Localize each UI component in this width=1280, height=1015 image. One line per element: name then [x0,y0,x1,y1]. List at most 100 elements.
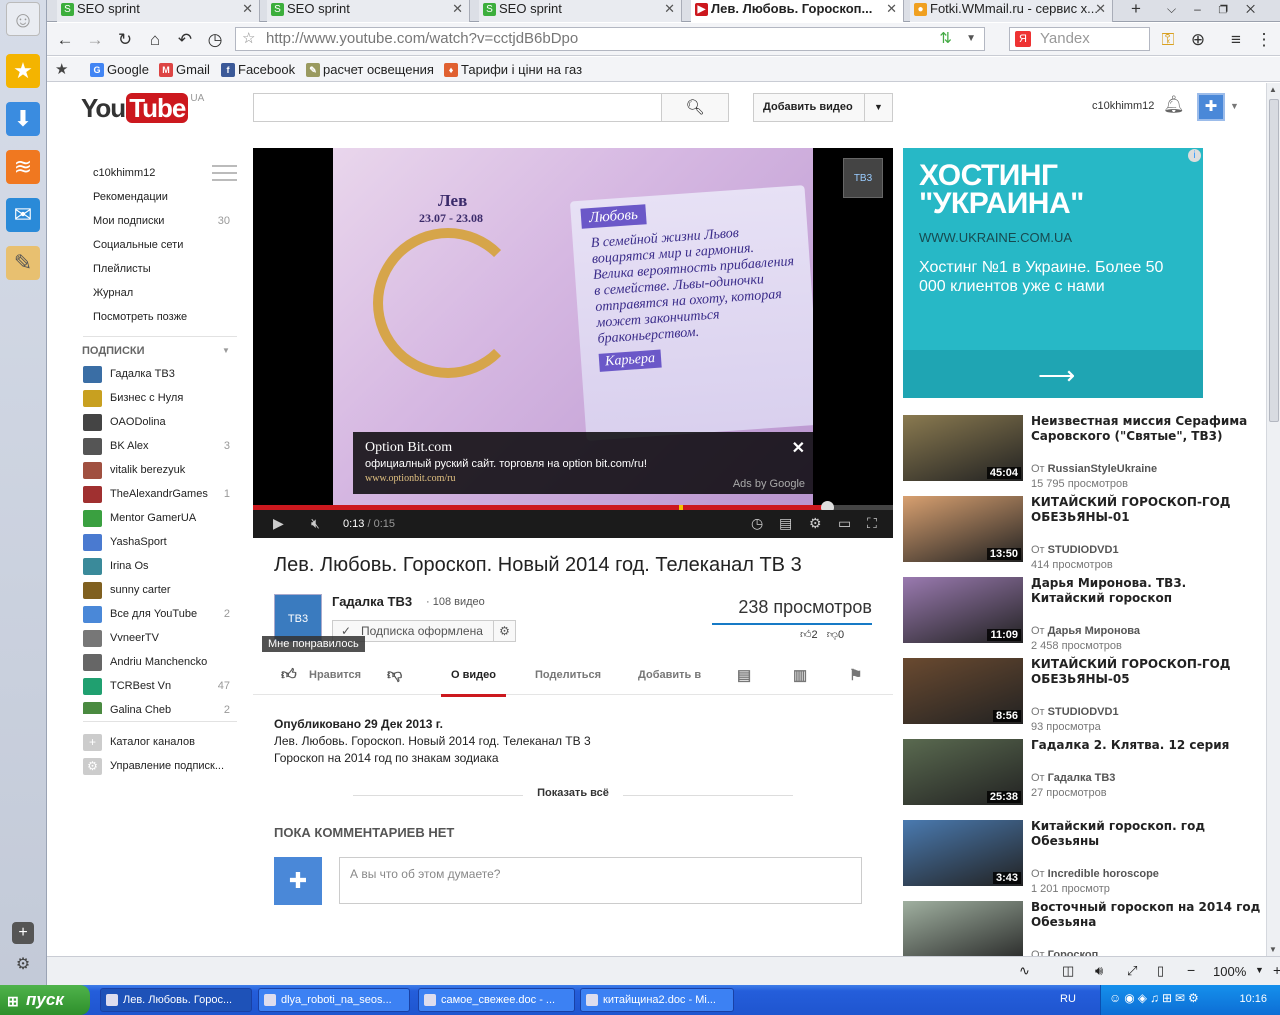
undo-close-icon[interactable]: ↶ [174,29,196,51]
tab-about[interactable]: О видео [441,669,506,697]
close-icon[interactable]: ✕ [1095,0,1106,18]
notifications-bell-icon[interactable]: 🔔︎ [1163,95,1185,115]
page-scrollbar[interactable]: ▲ ▼ [1266,83,1280,956]
related-video-title[interactable]: Неизвестная миссия Серафима Саровского (… [1031,414,1261,444]
youtube-search-input[interactable] [253,93,662,122]
guide-item[interactable]: Мои подписки [93,215,164,227]
statistics-icon[interactable]: ▥ [793,666,807,684]
video-thumbnail[interactable]: 25:38 [903,739,1023,805]
zoom-level[interactable]: 100% [1213,964,1246,979]
channel-watermark[interactable]: TB3 [843,158,883,198]
like-icon[interactable]: 👍︎ [281,666,297,684]
subscription-item[interactable]: Mentor GamerUA [83,510,230,527]
tab-list-icon[interactable]: ⌵ [1167,2,1194,16]
video-thumbnail[interactable]: 8:56 [903,658,1023,724]
subscription-item[interactable]: TCRBest Vn 47 [83,678,230,695]
related-video-title[interactable]: КИТАЙСКИЙ ГОРОСКОП-ГОД ОБЕЗЬЯНЫ-01 [1031,495,1261,525]
channel-name[interactable]: Гадалка ТВ3 [332,594,412,609]
address-field[interactable]: ☆ http://www.youtube.com/watch?v=cctjdB6… [235,27,985,51]
close-ad-icon[interactable]: ✕ [792,438,805,458]
more-icon[interactable]: ⋮ [1253,29,1275,51]
tab-2[interactable]: S SEO sprint ✕ [267,0,470,22]
related-video[interactable]: 8:56 КИТАЙСКИЙ ГОРОСКОП-ГОД ОБЕЗЬЯНЫ-05 От… [903,657,1268,733]
watch-later-icon[interactable]: ◷ [751,515,763,532]
tab-1[interactable]: S SEO sprint ✕ [57,0,260,22]
taskbar-button[interactable]: китайщина2.doc - Mi... [580,988,734,1012]
guide-item[interactable]: c10khimm12 [93,167,155,179]
zoom-out-icon[interactable]: − [1187,962,1195,978]
play-icon[interactable]: ▶ [273,515,284,532]
subscription-item[interactable]: vitalik berezyuk [83,462,230,479]
split-view-icon[interactable]: ▯ [1157,963,1164,979]
related-video[interactable]: 45:04 Неизвестная миссия Серафима Саровск… [903,414,1268,490]
report-flag-icon[interactable]: ⚑ [849,666,862,684]
close-icon[interactable]: ✕ [242,0,253,18]
subscription-item[interactable]: TheAlexandrGames 1 [83,486,230,503]
channel-link[interactable]: Гадалка ТВ3 [1048,772,1116,784]
related-video[interactable]: 3:43 Китайский гороскоп. год Обезьяны От I… [903,819,1268,895]
guide-item[interactable]: Социальные сети [93,239,183,251]
address-dropdown-icon[interactable]: ▼ [966,28,976,50]
rss-icon[interactable]: ⇅ [939,28,952,50]
video-thumbnail[interactable]: 13:50 [903,496,1023,562]
key-icon[interactable]: ⚿ [1157,29,1179,51]
related-video[interactable]: 13:50 КИТАЙСКИЙ ГОРОСКОП-ГОД ОБЕЗЬЯНЫ-01 О… [903,495,1268,571]
show-more-button[interactable]: Показать всё [353,787,793,799]
subscriptions-header[interactable]: ПОДПИСКИ [82,345,145,357]
related-video-title[interactable]: Восточный гороскоп на 2014 год Обезьяна [1031,900,1261,930]
fullscreen-icon[interactable]: ⛶ [867,515,877,532]
comment-input[interactable]: А вы что об этом думаете? [339,857,862,904]
rss-feed-icon[interactable]: ≋ [6,150,40,184]
mute-icon[interactable]: 🔇︎ [311,515,320,532]
taskbar-button[interactable]: dlya_roboti_na_seos... [258,988,410,1012]
channel-link[interactable]: RussianStyleUkraine [1048,463,1157,475]
new-tab-icon[interactable]: + [1131,0,1141,18]
home-icon[interactable]: ⌂ [144,29,166,51]
close-icon[interactable]: ✕ [452,0,463,18]
subscription-item[interactable]: Andriu Manchencko [83,654,230,671]
taskbar-button[interactable]: Лев. Любовь. Горос... [100,988,252,1012]
tray-icons[interactable]: ☺◉◈♫⊞✉⚙ [1109,991,1202,1005]
tab-add-to[interactable]: Добавить в [638,669,701,681]
tab-3[interactable]: S SEO sprint ✕ [479,0,682,22]
arrow-right-icon[interactable]: ⟶ [1038,360,1075,391]
scroll-thumb[interactable] [1269,99,1279,422]
related-video[interactable]: 11:09 Дарья Миронова. ТВ3. Китайский горо… [903,576,1268,652]
channel-link[interactable]: Дарья Миронова [1048,625,1140,637]
video-player[interactable]: Лев 23.07 - 23.08 Любовь В семейной жизн… [253,148,893,538]
related-video-title[interactable]: Дарья Миронова. ТВ3. Китайский гороскоп [1031,576,1261,606]
language-indicator[interactable]: RU [1060,993,1076,1005]
taskbar-button[interactable]: самое_свежее.doc - ... [418,988,575,1012]
view-icon[interactable]: ◫ [1062,963,1074,979]
subscription-item[interactable]: BK Alex 3 [83,438,230,455]
sidebar-ad[interactable]: ХОСТИНГ "УКРАИНА" WWW.UKRAINE.COM.UA Хос… [903,148,1203,398]
like-button[interactable]: Нравится [309,669,361,681]
related-video-title[interactable]: КИТАЙСКИЙ ГОРОСКОП-ГОД ОБЕЗЬЯНЫ-05 [1031,657,1261,687]
fit-width-icon[interactable]: ⤢ [1127,963,1137,979]
tab-5[interactable]: ● Fotki.WMmail.ru - сервис х... ✕ [910,0,1113,22]
subscription-item[interactable]: OAODolina [83,414,230,431]
forward-icon[interactable]: → [84,29,106,51]
guide-item[interactable]: Плейлисты [93,263,151,275]
translate-icon[interactable]: ⊕ [1187,29,1209,51]
subscription-item[interactable]: Бизнес с Нуля [83,390,230,407]
mail-icon[interactable]: ✉ [6,198,40,232]
ads-by-google[interactable]: Ads by Google [733,478,805,490]
start-button[interactable]: ⊞ пуск [0,985,90,1015]
downloads-icon[interactable]: ⬇ [6,102,40,136]
channel-avatar[interactable]: TB3 [274,594,322,642]
channel-link[interactable]: STUDIODVD1 [1048,706,1119,718]
ad-title[interactable]: Option Bit.com [365,440,801,456]
video-thumbnail[interactable]: 3:43 [903,820,1023,886]
minimize-icon[interactable]: ‒ [1194,2,1219,16]
history-clock-icon[interactable]: ◷ [204,29,226,51]
restore-icon[interactable]: ❐ [1219,2,1246,16]
subscription-item[interactable]: Irina Os [83,558,230,575]
video-thumbnail[interactable]: 45:04 [903,415,1023,481]
volume-icon[interactable]: 🔊︎ [1095,963,1103,979]
upload-button[interactable]: Добавить видео ▼ [753,93,893,122]
youtube-logo[interactable]: You Tube UA [81,93,204,124]
related-video[interactable]: 25:38 Гадалка 2. Клятва. 12 серия От Гадал… [903,738,1268,807]
settings-gear-icon[interactable]: ⚙ [809,515,822,532]
zoom-dropdown-icon[interactable]: ▼ [1255,965,1264,975]
